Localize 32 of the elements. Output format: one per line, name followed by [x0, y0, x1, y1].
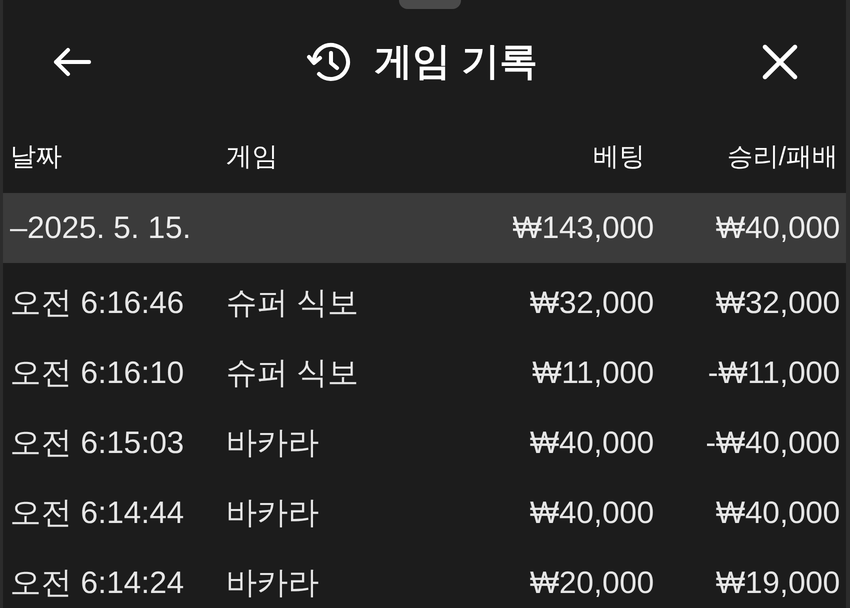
game-cell: 바카라: [226, 564, 319, 600]
result-cell: -₩40,000: [706, 424, 840, 460]
game-column-header[interactable]: 게임: [226, 141, 278, 171]
group-result-total: ₩40,000: [716, 210, 840, 245]
bet-cell: ₩20,000: [530, 564, 654, 600]
group-date: –2025. 5. 15.: [10, 210, 191, 245]
back-arrow-icon: [53, 47, 91, 77]
time-cell: 오전 6:16:46: [10, 284, 184, 320]
history-icon: [306, 42, 351, 82]
result-cell: ₩19,000: [716, 564, 840, 600]
time-cell: 오전 6:16:10: [10, 354, 184, 390]
result-cell: ₩40,000: [716, 494, 840, 530]
game-cell: 바카라: [226, 424, 319, 460]
game-cell: 바카라: [226, 494, 319, 530]
close-icon: [762, 44, 798, 80]
date-group-row[interactable]: –2025. 5. 15. ₩143,000 ₩40,000: [3, 193, 846, 263]
date-column-header[interactable]: 날짜: [10, 141, 62, 171]
dialog-title: 게임 기록: [374, 43, 538, 81]
bet-cell: ₩32,000: [530, 284, 654, 320]
time-cell: 오전 6:14:44: [10, 494, 184, 530]
result-cell: -₩11,000: [708, 354, 840, 390]
result-column-header[interactable]: 승리/패배: [726, 141, 838, 171]
bet-cell: ₩11,000: [532, 354, 654, 390]
time-cell: 오전 6:15:03: [10, 424, 184, 460]
game-cell: 슈퍼 식보: [226, 354, 359, 390]
bet-cell: ₩40,000: [530, 494, 654, 530]
bet-column-header[interactable]: 베팅: [593, 141, 645, 171]
game-cell: 슈퍼 식보: [226, 284, 359, 320]
bet-cell: ₩40,000: [530, 424, 654, 460]
time-cell: 오전 6:14:24: [10, 564, 184, 600]
group-bet-total: ₩143,000: [512, 210, 654, 245]
result-cell: ₩32,000: [716, 284, 840, 320]
